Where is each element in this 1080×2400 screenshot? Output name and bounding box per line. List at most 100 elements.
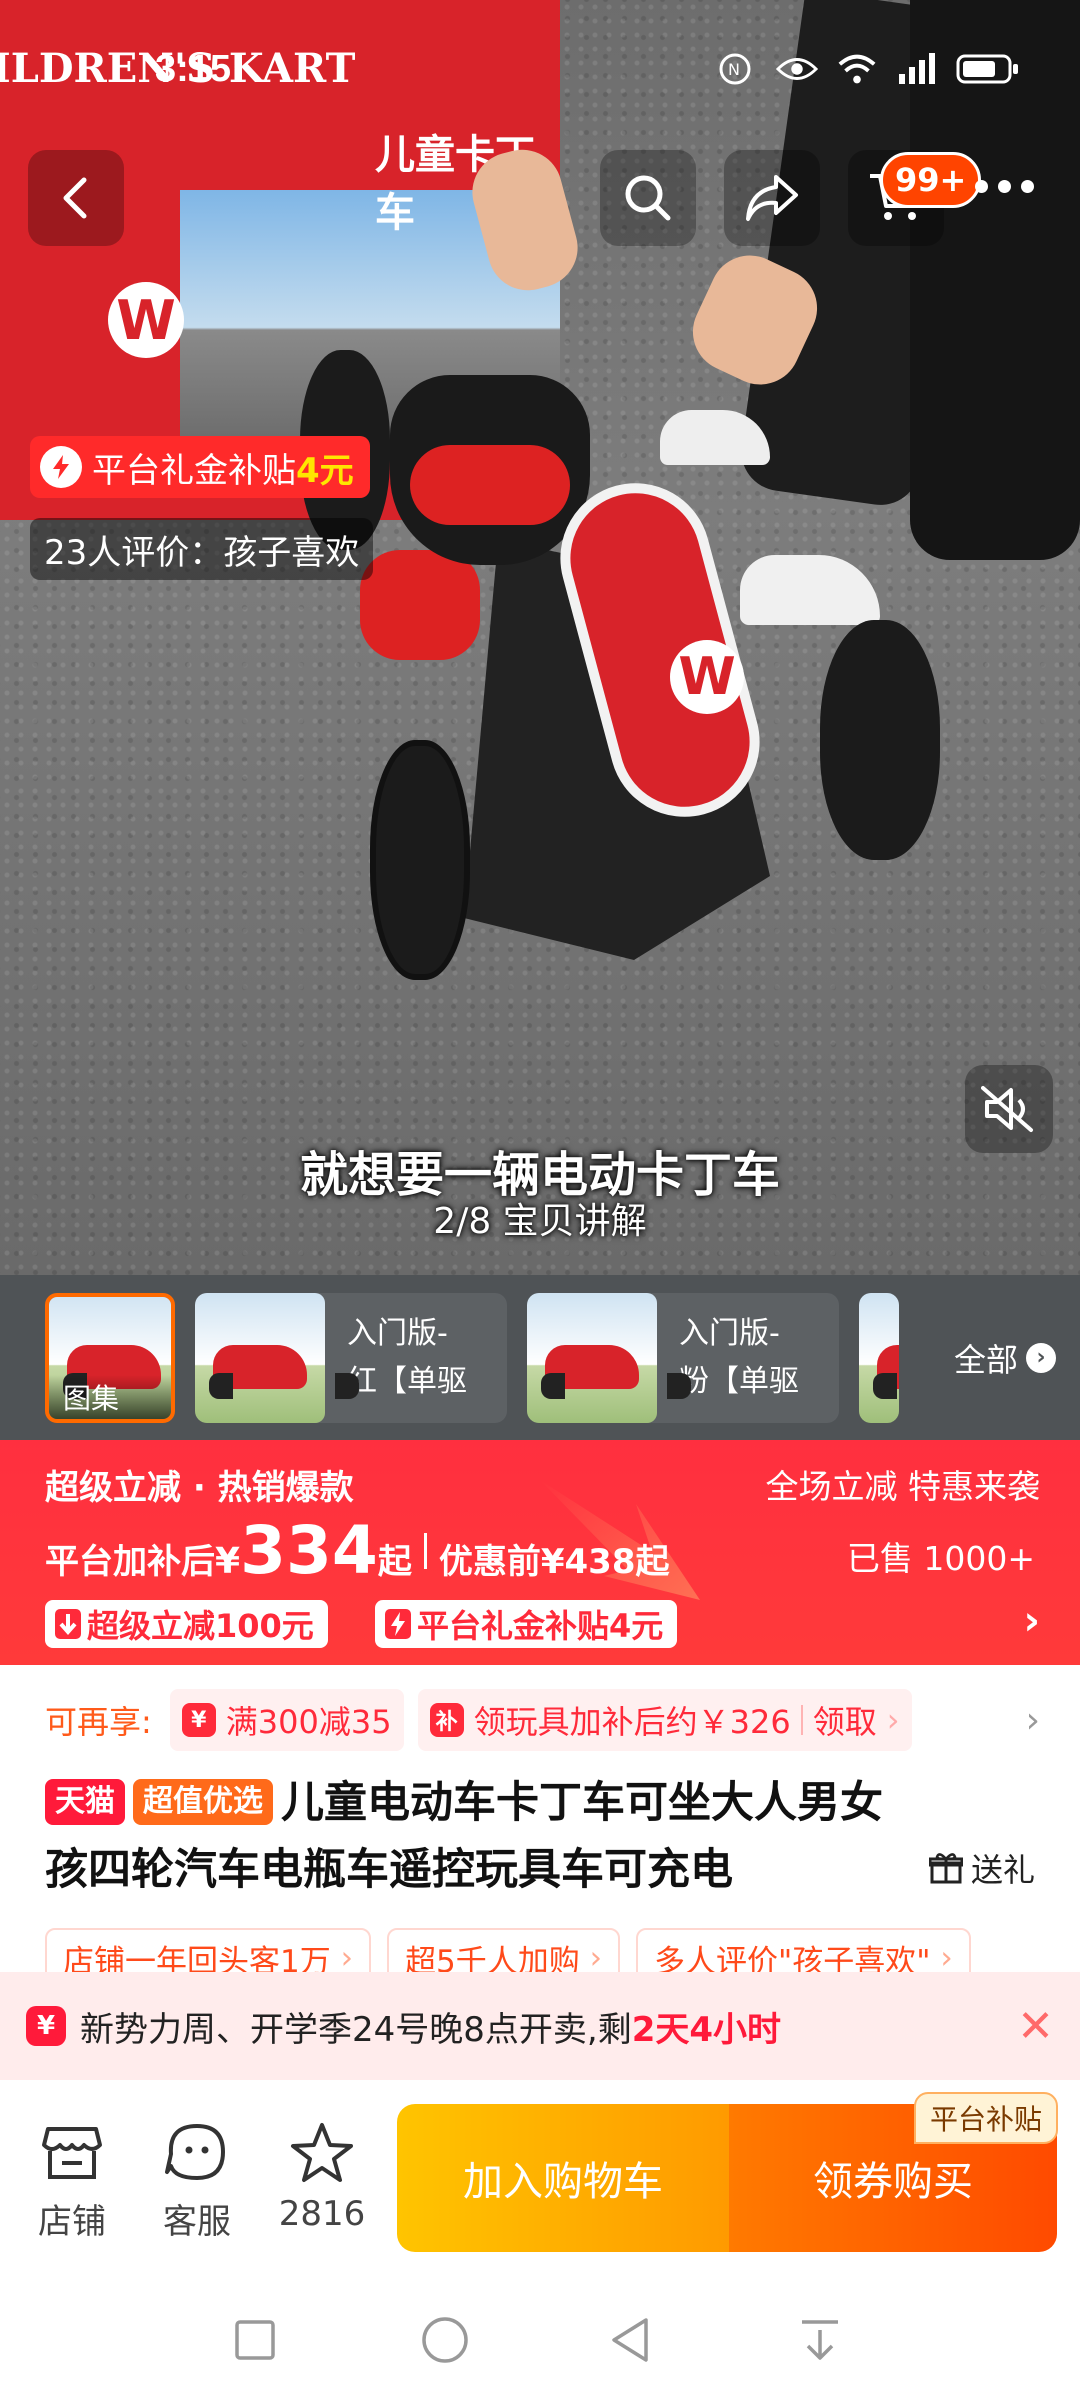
chevron-right-icon: › [940, 1940, 953, 1976]
subsidy-chip-label: 平台礼金补贴4元 [417, 1607, 664, 1645]
favorite-button[interactable]: 2816 [272, 2118, 372, 2234]
star-icon [287, 2118, 357, 2188]
bottom-action-bar: 店铺 客服 2816 加入购物车 领券购买 平台补贴 [0, 2080, 1080, 2280]
review-tag[interactable]: 23人评价：孩子喜欢 [30, 518, 374, 580]
battery-icon [956, 52, 1020, 86]
subsidy-tag-text: 平台礼金补贴 [92, 450, 296, 491]
recent-apps-button[interactable] [225, 2310, 285, 2370]
more-dot [998, 180, 1011, 193]
subsidy-tag-amount: 4元 [296, 450, 354, 491]
service-label: 客服 [163, 2202, 231, 2242]
coupon-item[interactable]: 补 领玩具加补后约￥326 领取 › [417, 1689, 912, 1751]
thumbnail-gallery[interactable]: 图集 [45, 1292, 175, 1423]
thumbnail-image [859, 1292, 899, 1423]
notice-message: 新势力周、开学季24号晚8点开卖,剩 [80, 2009, 632, 2050]
chevron-right-icon[interactable]: › [1024, 1598, 1040, 1644]
lightning-icon [385, 1609, 411, 1639]
thumbnail-image [195, 1292, 359, 1423]
add-to-cart-button[interactable]: 加入购物车 [397, 2104, 729, 2252]
variant-name-line1: 入门版- [679, 1315, 780, 1351]
eye-icon [776, 52, 818, 86]
price-suffix: 起 [377, 1542, 412, 1582]
platform-subsidy-tag: 平台补贴 [914, 2092, 1059, 2144]
tmall-badge: 天猫 [45, 1779, 125, 1825]
variant-name-line2: 粉【单驱 [679, 1363, 799, 1399]
price-row: 平台加补后 ¥ 334 起 优惠前¥438起 [45, 1518, 669, 1584]
chat-face-icon [162, 2118, 232, 2188]
view-all-variants-button[interactable]: 全部 › [930, 1275, 1080, 1440]
video-progress: 2/8 宝贝讲解 [433, 1201, 647, 1242]
yen-icon: ¥ [181, 1703, 216, 1737]
thumbnail-image [527, 1292, 691, 1423]
price-value: 334 [240, 1512, 378, 1589]
thumbnail-variant[interactable]: 入门版- 红【单驱 [195, 1292, 507, 1423]
arrow-down-icon [802, 2320, 838, 2360]
back-button[interactable] [28, 150, 124, 246]
discount-chip-label: 超级立减100元 [87, 1607, 314, 1645]
gift-label: 送礼 [970, 1851, 1035, 1889]
sale-notice-bar[interactable]: ¥ 新势力周、开学季24号晚8点开卖,剩2天4小时 ✕ [0, 1972, 1080, 2080]
thumbnail-label: 图集 [49, 1374, 171, 1419]
price-label: 平台加补后 [45, 1542, 215, 1582]
more-dot [1021, 180, 1034, 193]
notice-text: 新势力周、开学季24号晚8点开卖,剩2天4小时 [80, 2002, 781, 2051]
variant-thumbnail-strip: 图集 入门版- 红【单驱 入门版- 粉【单驱 全部 › [0, 1275, 1080, 1440]
chevron-right-icon: › [589, 1940, 602, 1976]
down-arrow-icon [55, 1609, 81, 1639]
search-button[interactable] [600, 150, 696, 246]
lightning-icon [40, 446, 82, 488]
share-icon [746, 175, 798, 221]
value-badge: 超值优选 [133, 1779, 273, 1825]
discount-chip[interactable]: 超级立减100元 [45, 1600, 328, 1648]
sold-count: 已售 1000+ [846, 1539, 1035, 1578]
notice-countdown: 2天4小时 [631, 2009, 782, 2050]
view-all-label: 全部 [953, 1340, 1018, 1379]
home-button[interactable] [415, 2310, 475, 2370]
brand-logo: W [108, 282, 184, 358]
gift-icon [928, 1853, 963, 1884]
store-label: 店铺 [38, 2202, 106, 2242]
status-time: 3:15 [155, 48, 232, 90]
store-button[interactable]: 店铺 [22, 2118, 122, 2243]
more-dot [975, 180, 988, 193]
go-kart: W [280, 340, 980, 1020]
more-button[interactable] [975, 180, 1034, 193]
variant-name-line1: 入门版- [347, 1315, 448, 1351]
notification-pull-button[interactable] [790, 2310, 850, 2370]
signal-icon [896, 52, 938, 86]
share-button[interactable] [724, 150, 820, 246]
status-icons: N [716, 52, 1020, 86]
close-icon[interactable]: ✕ [1017, 2001, 1054, 2052]
original-price: 优惠前¥438起 [438, 1542, 670, 1582]
cart-count-badge: 99+ [880, 152, 982, 208]
store-icon [37, 2118, 107, 2188]
chevron-right-icon: › [886, 1701, 900, 1739]
chevron-right-icon[interactable]: › [1026, 1700, 1040, 1741]
subsidy-icon: 补 [429, 1703, 464, 1737]
coupon-text: 领玩具加补后约￥326 [473, 1703, 791, 1741]
promo-slogan: 全场立减 特惠来袭 [765, 1467, 1041, 1506]
subsidy-tag[interactable]: 平台礼金补贴 4元 [30, 436, 370, 498]
thumbnail-variant[interactable] [859, 1292, 899, 1423]
chevron-left-icon [63, 177, 87, 219]
square-icon [235, 2320, 275, 2360]
gift-button[interactable]: 送礼 [928, 1845, 1035, 1891]
promo-banner[interactable]: 超级立减 · 热销爆款 全场立减 特惠来袭 平台加补后 ¥ 334 起 优惠前¥… [0, 1440, 1080, 1665]
coupon-row: 可再享: ¥ 满300减35 补 领玩具加补后约￥326 领取 › › [0, 1665, 1080, 1775]
thumbnail-variant[interactable]: 入门版- 粉【单驱 [527, 1292, 839, 1423]
subsidy-chip[interactable]: 平台礼金补贴4元 [375, 1600, 678, 1648]
chevron-right-icon: › [1026, 1342, 1056, 1373]
mute-button[interactable] [965, 1065, 1053, 1153]
wifi-icon [836, 52, 878, 86]
product-title-area: 天猫 超值优选 儿童电动车卡丁车可坐大人男女孩四轮汽车电瓶车遥控玩具车可充电 [45, 1770, 1045, 1904]
coupon-claim-link[interactable]: 领取 [813, 1697, 877, 1743]
yen-icon: ¥ [26, 2006, 66, 2046]
coupon-item[interactable]: ¥ 满300减35 [169, 1689, 404, 1751]
search-icon [625, 175, 671, 221]
customer-service-button[interactable]: 客服 [147, 2118, 247, 2243]
coupon-text: 满300减35 [225, 1703, 392, 1741]
variant-name-line2: 红【单驱 [347, 1363, 467, 1399]
promo-title: 超级立减 · 热销爆款 [45, 1468, 354, 1508]
coupon-lead-label: 可再享: [45, 1703, 152, 1741]
system-back-button[interactable] [600, 2310, 660, 2370]
